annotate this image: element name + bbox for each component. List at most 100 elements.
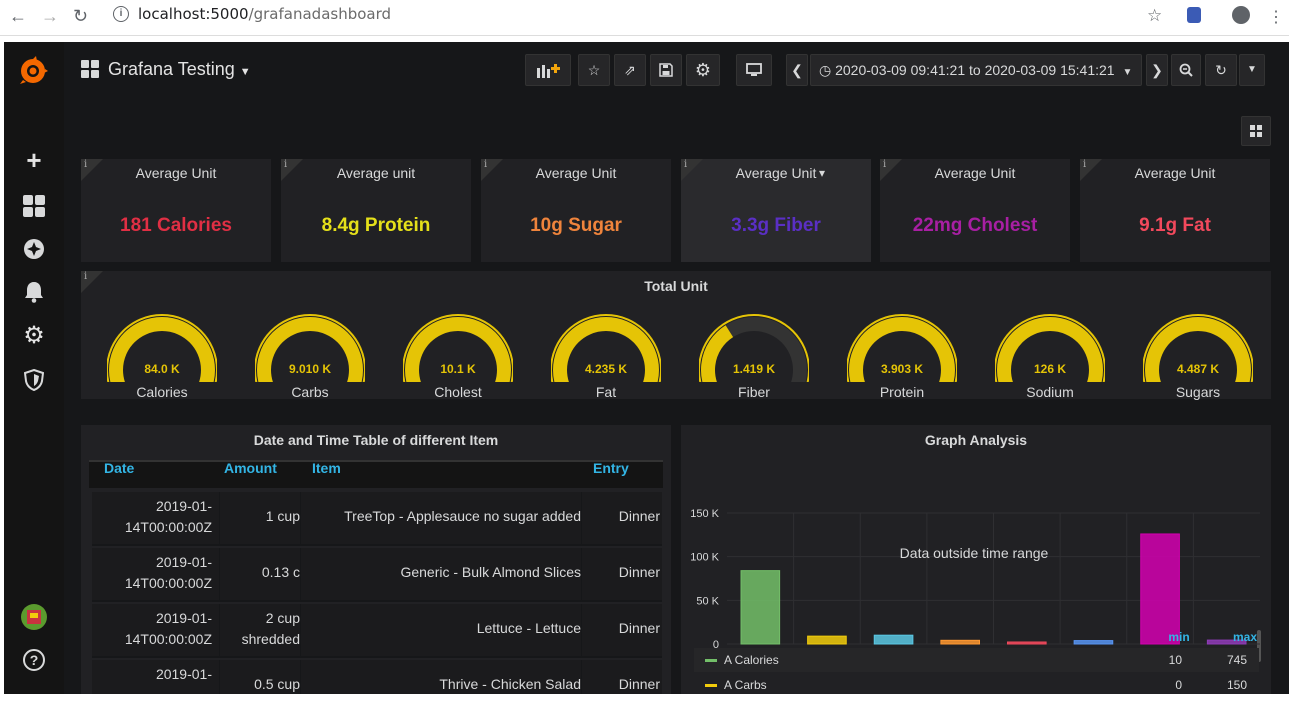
dashboard-settings-button[interactable]: ⚙ — [686, 54, 720, 86]
gauge-label: Calories — [136, 384, 188, 400]
y-tick-label: 100 K — [690, 552, 719, 564]
no-data-overlay: Data outside time range — [900, 545, 1049, 561]
gauge-cholest: 10.1 K Cholest — [402, 312, 514, 410]
star-dashboard-button[interactable]: ☆ — [578, 54, 610, 86]
legend-max-value: 745 — [1226, 653, 1247, 667]
grafana-app: + ⚙ ? Grafana Testing ▼ ☆ ⇗ ⚙ ❮ ◷ 2020-0… — [4, 42, 1289, 694]
dashboard-title[interactable]: Grafana Testing ▼ — [108, 59, 251, 80]
grafana-logo-icon[interactable] — [18, 56, 48, 86]
entry-cell: Dinner — [618, 676, 660, 692]
amount-line-1: 1 cup — [265, 508, 300, 524]
column-header-amount[interactable]: Amount — [224, 460, 277, 476]
y-tick-label: 150 K — [690, 508, 719, 520]
chevron-left-icon: ❮ — [791, 62, 803, 78]
account-avatar-icon[interactable] — [1232, 6, 1250, 24]
column-header-date[interactable]: Date — [104, 460, 134, 476]
sidebar: + ⚙ ? — [4, 42, 64, 694]
date-line-2: 14T00:00:00Z — [124, 519, 212, 535]
user-avatar[interactable] — [21, 604, 47, 630]
refresh-interval-dropdown[interactable]: ▼ — [1239, 54, 1265, 86]
stat-panel: i Average Unit 3.3g Fiber ▾ — [681, 159, 871, 262]
chevron-right-icon: ❯ — [1151, 62, 1163, 78]
dashboards-icon[interactable] — [23, 195, 45, 217]
table-row[interactable]: 2019-01- 14T00:00:00Z 1 cup TreeTop - Ap… — [92, 492, 662, 546]
forward-arrow-icon[interactable]: → — [41, 6, 59, 27]
entry-cell: Dinner — [618, 508, 660, 524]
gauge-value: 3.903 K — [880, 362, 924, 376]
alerting-bell-icon[interactable] — [24, 281, 44, 303]
time-picker[interactable]: ◷ 2020-03-09 09:41:21 to 2020-03-09 15:4… — [810, 54, 1142, 86]
save-dashboard-button[interactable] — [650, 54, 682, 86]
zoom-out-icon — [1179, 63, 1193, 77]
chrome-menu-icon[interactable]: ⋮ — [1268, 7, 1284, 27]
create-plus-icon[interactable]: + — [4, 145, 64, 176]
legend-max-header[interactable]: max — [1217, 630, 1257, 644]
column-header-entry[interactable]: Entry — [593, 460, 629, 476]
chevron-down-icon: ▼ — [1122, 67, 1133, 78]
gauge-calories: 84.0 K Calories — [106, 312, 218, 410]
address-bar[interactable]: localhost:5000/grafanadashboard — [138, 3, 391, 25]
legend-min-value: 10 — [1168, 653, 1182, 667]
gauge-label: Carbs — [291, 384, 329, 400]
date-line-2: 14T00:00:00Z — [124, 631, 212, 647]
gauge-value: 4.487 K — [1176, 362, 1220, 376]
stat-panel: i Average Unit 9.1g Fat — [1080, 159, 1270, 262]
reload-icon[interactable]: ↻ — [73, 6, 88, 27]
entry-cell: Dinner — [618, 620, 660, 636]
gauge-value: 9.010 K — [288, 362, 332, 376]
dashboard-main: Grafana Testing ▼ ☆ ⇗ ⚙ ❮ ◷ 2020-03-09 0… — [64, 42, 1289, 694]
bar-a-carbs — [807, 635, 847, 645]
gauge-label: Fiber — [738, 384, 770, 400]
configuration-gear-icon[interactable]: ⚙ — [4, 321, 64, 350]
time-shift-back-button[interactable]: ❮ — [786, 54, 808, 86]
bookmark-star-icon[interactable]: ☆ — [1147, 6, 1162, 26]
column-header-item[interactable]: Item — [312, 460, 341, 476]
stat-title: Average Unit — [934, 165, 1016, 181]
gauge-label: Fat — [595, 384, 617, 400]
date-line-2: 14T00:00:00Z — [124, 575, 212, 591]
explore-compass-icon[interactable] — [23, 238, 45, 260]
stat-title: Average Unit — [135, 165, 217, 181]
stat-value: 22mg Cholest — [912, 215, 1038, 236]
bar-a-protein — [1073, 640, 1114, 645]
panel-view-toggle-button[interactable] — [1241, 116, 1271, 146]
back-arrow-icon[interactable]: ← — [9, 6, 27, 27]
gauge-label: Sodium — [1026, 384, 1074, 400]
refresh-icon: ↻ — [1215, 62, 1227, 78]
legend-item[interactable]: A Carbs 0 150 — [694, 673, 1259, 694]
dashboard-title-text: Grafana Testing — [108, 59, 235, 79]
legend-item[interactable]: A Calories 10 745 — [694, 648, 1259, 672]
chevron-down-icon[interactable]: ▾ — [819, 166, 825, 180]
item-cell: Generic - Bulk Almond Slices — [400, 564, 581, 580]
panel-title: Total Unit — [644, 278, 708, 294]
server-admin-shield-icon[interactable] — [24, 369, 44, 391]
gauge-fiber: 1.419 K Fiber — [698, 312, 810, 410]
date-line-1: 2019-01- — [155, 610, 212, 626]
site-info-icon[interactable]: i — [113, 6, 129, 22]
stat-title: Average Unit — [735, 165, 817, 181]
y-tick-label: 50 K — [696, 595, 719, 607]
gauge-sugars: 4.487 K Sugars — [1142, 312, 1254, 410]
star-icon: ☆ — [587, 62, 601, 78]
legend-min-header[interactable]: min — [1159, 630, 1199, 644]
stat-value: 181 Calories — [120, 215, 232, 236]
refresh-button[interactable]: ↻ — [1205, 54, 1237, 86]
zoom-out-button[interactable] — [1171, 54, 1201, 86]
table-header — [89, 462, 663, 488]
gauge-label: Sugars — [1175, 384, 1221, 400]
stat-panel: i Average Unit 10g Sugar — [481, 159, 671, 262]
help-icon[interactable]: ? — [23, 649, 45, 671]
cycle-view-mode-button[interactable] — [736, 54, 772, 86]
bar-a-fat — [940, 639, 980, 645]
stat-title: Average Unit — [1134, 165, 1216, 181]
date-line-1: 2019-01- — [155, 554, 212, 570]
extension-icon[interactable] — [1187, 7, 1201, 23]
table-row[interactable]: 2019-01- 0.5 cup Thrive - Chicken Salad … — [92, 660, 662, 694]
stat-value: 3.3g Fiber — [731, 215, 821, 236]
gauge-value: 4.235 K — [584, 362, 628, 376]
table-row[interactable]: 2019-01- 14T00:00:00Z 0.13 c Generic - B… — [92, 548, 662, 602]
table-row[interactable]: 2019-01- 14T00:00:00Z 2 cup shredded Let… — [92, 604, 662, 658]
share-dashboard-button[interactable]: ⇗ — [614, 54, 646, 86]
time-shift-forward-button[interactable]: ❯ — [1146, 54, 1168, 86]
add-panel-button[interactable] — [525, 54, 571, 86]
